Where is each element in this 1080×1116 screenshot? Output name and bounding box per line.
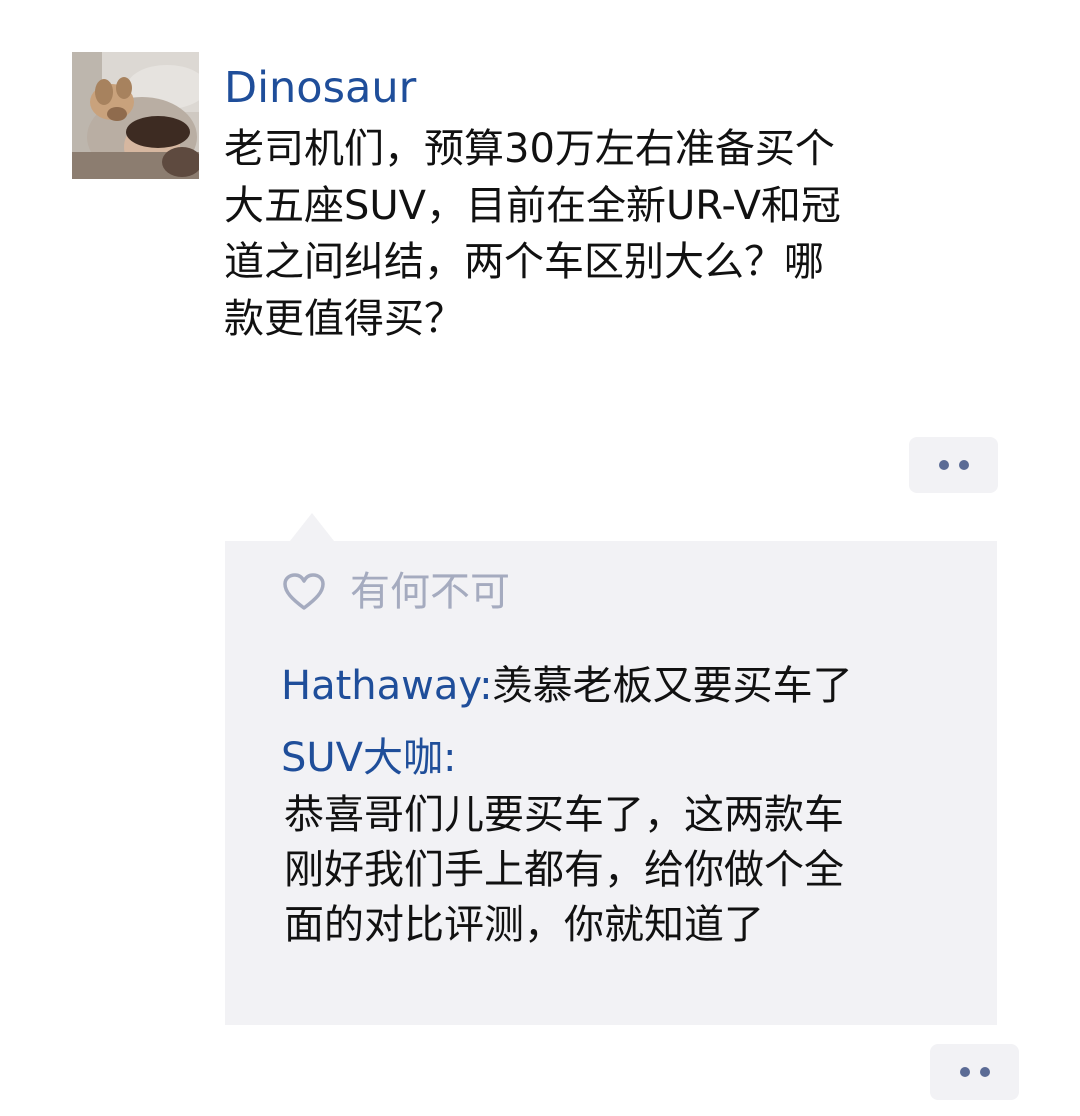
post-text-line: 大五座SUV，目前在全新UR-V和冠 — [224, 182, 841, 229]
comment-text-line: 面的对比评测，你就知道了 — [284, 902, 764, 948]
post-text: 老司机们，预算30万左右准备买个 大五座SUV，目前在全新UR-V和冠 道之间纠… — [224, 121, 924, 347]
more-dots-icon — [958, 460, 969, 470]
more-dots-icon — [979, 1067, 990, 1077]
comment-author-line[interactable]: SUV大咖: — [281, 730, 457, 786]
heart-outline-icon[interactable] — [282, 572, 326, 612]
likes-row: 有何不可 — [282, 566, 510, 618]
comment-item[interactable]: Hathaway:羡慕老板又要买车了 — [281, 658, 853, 714]
likes-names[interactable]: 有何不可 — [350, 566, 510, 618]
comment-text-line: 恭喜哥们儿要买车了，这两款车 — [284, 792, 844, 838]
comment-text[interactable]: 恭喜哥们儿要买车了，这两款车 刚好我们手上都有，给你做个全 面的对比评测，你就知… — [284, 788, 964, 953]
comment-separator: : — [443, 735, 457, 781]
comment-separator: : — [479, 663, 493, 709]
post-text-line: 道之间纠结，两个车区别大么？哪 — [224, 239, 824, 285]
comment-text: 羡慕老板又要买车了 — [492, 663, 853, 709]
comment-author[interactable]: Hathaway — [281, 663, 479, 709]
user-avatar-photo — [72, 52, 199, 179]
post-more-button[interactable] — [909, 437, 998, 493]
post-more-button[interactable] — [930, 1044, 1019, 1100]
comment-author[interactable]: SUV大咖 — [281, 735, 443, 781]
comment-panel-pointer — [290, 513, 334, 541]
more-dots-icon — [959, 1067, 970, 1077]
post-text-line: 老司机们，预算30万左右准备买个 — [224, 126, 835, 172]
post-author-name[interactable]: Dinosaur — [224, 62, 416, 114]
comment-text-line: 刚好我们手上都有，给你做个全 — [284, 847, 844, 893]
more-dots-icon — [938, 460, 949, 470]
post-text-line: 款更值得买？ — [224, 295, 464, 342]
avatar[interactable] — [72, 52, 199, 179]
